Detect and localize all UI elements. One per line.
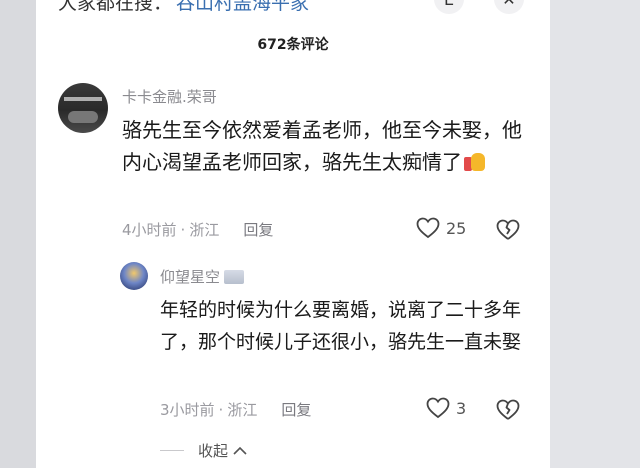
comment-text: 年轻的时候为什么要离婚，说离了二十多年了，那个时候儿子还很小，骆先生一直未娶 <box>160 299 522 353</box>
comment-text: 骆先生至今依然爱着孟老师，他至今未娶，他内心渴望孟老师回家，骆先生太痴情了 <box>122 114 527 178</box>
comment-username[interactable]: 卡卡金融.荣哥 <box>122 86 217 107</box>
search-suggestion-bar[interactable]: 大家都在搜： 吞山村盖海平家 <box>58 0 309 16</box>
close-icon: ✕ <box>502 0 515 9</box>
left-backdrop <box>0 0 36 468</box>
comment-meta: 4小时前 · 浙江 回复 <box>122 219 273 240</box>
meta-separator: · <box>180 220 186 239</box>
comment-time: 3小时前 <box>160 401 215 419</box>
reply-button[interactable]: 回复 <box>281 399 311 420</box>
comment-username-row: 仰望星空 <box>160 266 245 287</box>
avatar[interactable] <box>58 83 108 133</box>
avatar[interactable] <box>120 262 148 290</box>
broken-heart-icon <box>496 219 520 240</box>
comment-location: 浙江 <box>189 221 220 239</box>
reply-button[interactable]: 回复 <box>243 219 273 240</box>
heart-icon <box>426 397 450 419</box>
like-button[interactable]: 3 <box>426 397 466 419</box>
meta-separator: · <box>218 400 224 419</box>
collapse-divider <box>160 450 184 451</box>
dislike-button[interactable] <box>496 219 520 245</box>
comment-body: 骆先生至今依然爱着孟老师，他至今未娶，他内心渴望孟老师回家，骆先生太痴情了 <box>122 118 522 174</box>
like-count: 3 <box>456 398 467 418</box>
search-suggestion-prefix: 大家都在搜： <box>58 0 173 14</box>
heart-icon <box>416 217 440 239</box>
close-button[interactable]: ✕ <box>494 0 524 14</box>
comment-time: 4小时前 <box>122 221 177 239</box>
search-suggestion-link[interactable]: 吞山村盖海平家 <box>176 0 309 15</box>
dislike-button[interactable] <box>496 399 520 425</box>
like-button[interactable]: 25 <box>416 217 466 239</box>
top-action-button[interactable]: E <box>434 0 464 14</box>
comment-location: 浙江 <box>227 401 258 419</box>
comment-username[interactable]: 仰望星空 <box>160 266 220 287</box>
level-badge-icon <box>224 269 245 284</box>
thumbs-up-icon <box>464 151 486 173</box>
comment-meta: 3小时前 · 浙江 回复 <box>160 399 311 420</box>
top-action-label: E <box>444 0 454 9</box>
chevron-up-icon <box>233 446 247 455</box>
comments-panel: 大家都在搜： 吞山村盖海平家 E ✕ 672条评论 卡卡金融.荣哥 骆先生至今依… <box>36 0 550 468</box>
collapse-label: 收起 <box>198 442 229 460</box>
broken-heart-icon <box>496 399 520 420</box>
collapse-replies-button[interactable]: 收起 <box>160 440 248 461</box>
right-backdrop <box>550 0 640 468</box>
comment-count-title: 672条评论 <box>257 37 329 53</box>
like-count: 25 <box>446 218 467 238</box>
